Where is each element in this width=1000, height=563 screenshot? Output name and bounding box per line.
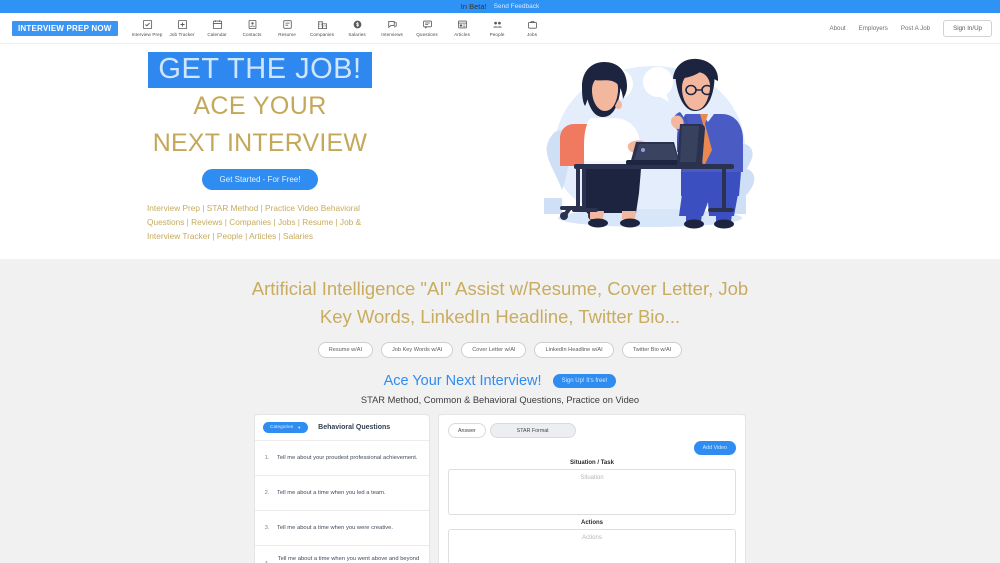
ai-tool-buttons: Resume w/AI Job Key Words w/AI Cover Let… bbox=[0, 342, 1000, 359]
behavioral-questions-panel: Categories ▼ Behavioral Questions 1. Tel… bbox=[254, 414, 430, 563]
nav-item-people[interactable]: People bbox=[481, 19, 514, 37]
news-icon bbox=[457, 19, 468, 30]
message-icon bbox=[422, 19, 433, 30]
nav-item-articles[interactable]: Articles bbox=[446, 19, 479, 37]
hero-copy: GET THE JOB! ACE YOUR NEXT INTERVIEW Get… bbox=[0, 44, 520, 259]
question-list-item[interactable]: 2. Tell me about a time when you led a t… bbox=[255, 475, 429, 510]
nav-item-salaries[interactable]: Salaries bbox=[341, 19, 374, 37]
secondary-nav: About Employers Post A Job Sign In/Up bbox=[829, 19, 992, 37]
categories-dropdown-button[interactable]: Categories ▼ bbox=[263, 422, 309, 434]
nav-label: Jobs bbox=[526, 32, 538, 37]
actions-label: Actions bbox=[580, 520, 603, 527]
nav-label: People bbox=[489, 32, 505, 37]
ace-heading-row: Ace Your Next Interview! Sign Up! It's f… bbox=[0, 373, 1000, 389]
building-icon bbox=[317, 19, 328, 30]
people-icon bbox=[492, 19, 503, 30]
chat-bubble-icon bbox=[387, 19, 398, 30]
ai-pill-cover-letter[interactable]: Cover Letter w/AI bbox=[461, 342, 527, 359]
question-list-item[interactable]: 1. Tell me about your proudest professio… bbox=[255, 440, 429, 475]
question-number: 3. bbox=[264, 525, 270, 532]
tab-answer[interactable]: Answer bbox=[448, 423, 486, 439]
two-people-interview-at-desk-illustration bbox=[544, 58, 755, 229]
nav-item-questions[interactable]: Questions bbox=[411, 19, 444, 37]
question-list-item[interactable]: 4. Tell me about a time when you went ab… bbox=[255, 545, 429, 563]
questions-panel-title: Behavioral Questions bbox=[318, 424, 391, 432]
primary-nav: Interview Prep Job Tracker Calendar Cont… bbox=[131, 19, 549, 37]
calendar-icon bbox=[212, 19, 223, 30]
nav-link-about[interactable]: About bbox=[829, 25, 845, 32]
hero-headline-secondary: ACE YOUR bbox=[193, 92, 327, 121]
ai-pill-linkedin-headline[interactable]: LinkedIn Headline w/AI bbox=[534, 342, 614, 359]
nav-item-interview-prep[interactable]: Interview Prep bbox=[131, 19, 164, 37]
practice-widget: Categories ▼ Behavioral Questions 1. Tel… bbox=[254, 414, 746, 563]
document-icon bbox=[282, 19, 293, 30]
nav-link-post-a-job[interactable]: Post A Job bbox=[901, 25, 930, 32]
nav-label: Salaries bbox=[348, 32, 366, 37]
question-text: Tell me about a time when you were creat… bbox=[277, 524, 393, 531]
categories-label: Categories bbox=[270, 425, 294, 431]
checklist-icon bbox=[142, 19, 153, 30]
add-video-button[interactable]: Add Video bbox=[693, 441, 736, 456]
question-text: Tell me about a time when you led a team… bbox=[277, 489, 386, 496]
question-list-item[interactable]: 3. Tell me about a time when you were cr… bbox=[255, 510, 429, 545]
nav-item-contacts[interactable]: Contacts bbox=[236, 19, 269, 37]
ai-pill-twitter-bio[interactable]: Twitter Bio w/AI bbox=[621, 342, 683, 359]
tab-star-format[interactable]: STAR Format bbox=[489, 423, 576, 439]
question-number: 2. bbox=[264, 490, 270, 497]
get-started-button[interactable]: Get Started - For Free! bbox=[201, 168, 319, 190]
question-number: 1. bbox=[264, 455, 270, 462]
nav-label: Articles bbox=[454, 32, 470, 37]
answer-format-tabs: Answer STAR Format bbox=[448, 423, 736, 439]
situation-textarea[interactable]: Situation bbox=[448, 469, 736, 516]
nav-link-employers[interactable]: Employers bbox=[859, 25, 888, 32]
ai-pill-job-key-words[interactable]: Job Key Words w/AI bbox=[381, 342, 454, 359]
sign-up-free-button[interactable]: Sign Up! It's free! bbox=[552, 374, 617, 389]
question-text: Tell me about your proudest professional… bbox=[277, 454, 418, 461]
nav-label: Questions bbox=[416, 32, 438, 37]
question-text: Tell me about a time when you went above… bbox=[277, 556, 420, 563]
beta-banner: In Beta! Send Feedback bbox=[0, 0, 1000, 13]
nav-item-job-tracker[interactable]: Job Tracker bbox=[166, 19, 199, 37]
nav-item-calendar[interactable]: Calendar bbox=[201, 19, 234, 37]
ai-section-title: Artificial Intelligence "AI" Assist w/Re… bbox=[251, 278, 749, 328]
nav-label: Companies bbox=[309, 32, 335, 37]
hero-headline-tertiary: NEXT INTERVIEW bbox=[152, 128, 368, 157]
nav-label: Job Tracker bbox=[169, 32, 195, 37]
answer-panel: Answer STAR Format Add Video Situation /… bbox=[438, 414, 746, 563]
nav-label: Interview Prep bbox=[131, 32, 163, 37]
actions-textarea[interactable]: Actions bbox=[448, 529, 736, 563]
contact-card-icon bbox=[247, 19, 258, 30]
main-navbar: INTERVIEW PREP NOW Interview Prep Job Tr… bbox=[0, 13, 1000, 44]
send-feedback-link[interactable]: Send Feedback bbox=[494, 3, 540, 10]
questions-panel-header: Categories ▼ Behavioral Questions bbox=[255, 415, 429, 440]
nav-item-resume[interactable]: Resume bbox=[271, 19, 304, 37]
ai-pill-resume[interactable]: Resume w/AI bbox=[317, 342, 373, 359]
nav-item-companies[interactable]: Companies bbox=[306, 19, 339, 37]
situation-task-label: Situation / Task bbox=[570, 460, 614, 467]
hero-tagline: Interview Prep | STAR Method | Practice … bbox=[147, 202, 362, 242]
nav-label: Interviews bbox=[381, 32, 403, 37]
hero-illustration-area bbox=[520, 44, 1000, 259]
ace-subtitle: STAR Method, Common & Behavioral Questio… bbox=[360, 395, 640, 406]
grid-plus-icon bbox=[177, 19, 188, 30]
ai-assist-section: Artificial Intelligence "AI" Assist w/Re… bbox=[0, 259, 1000, 563]
sign-in-up-button[interactable]: Sign In/Up bbox=[943, 19, 992, 37]
ace-your-next-interview-title: Ace Your Next Interview! bbox=[383, 373, 542, 390]
briefcase-icon bbox=[527, 19, 538, 30]
hero-headline-primary: GET THE JOB! bbox=[148, 52, 372, 89]
nav-item-interviews[interactable]: Interviews bbox=[376, 19, 409, 37]
nav-label: Calendar bbox=[207, 32, 227, 37]
nav-label: Resume bbox=[278, 32, 296, 37]
site-logo[interactable]: INTERVIEW PREP NOW bbox=[12, 20, 118, 36]
chevron-down-icon: ▼ bbox=[297, 425, 302, 431]
beta-label: In Beta! bbox=[460, 2, 487, 11]
dollar-coin-icon bbox=[352, 19, 363, 30]
hero-section: GET THE JOB! ACE YOUR NEXT INTERVIEW Get… bbox=[0, 44, 1000, 259]
nav-label: Contacts bbox=[242, 32, 262, 37]
nav-item-jobs[interactable]: Jobs bbox=[516, 19, 549, 37]
add-video-row: Add Video bbox=[448, 441, 736, 456]
